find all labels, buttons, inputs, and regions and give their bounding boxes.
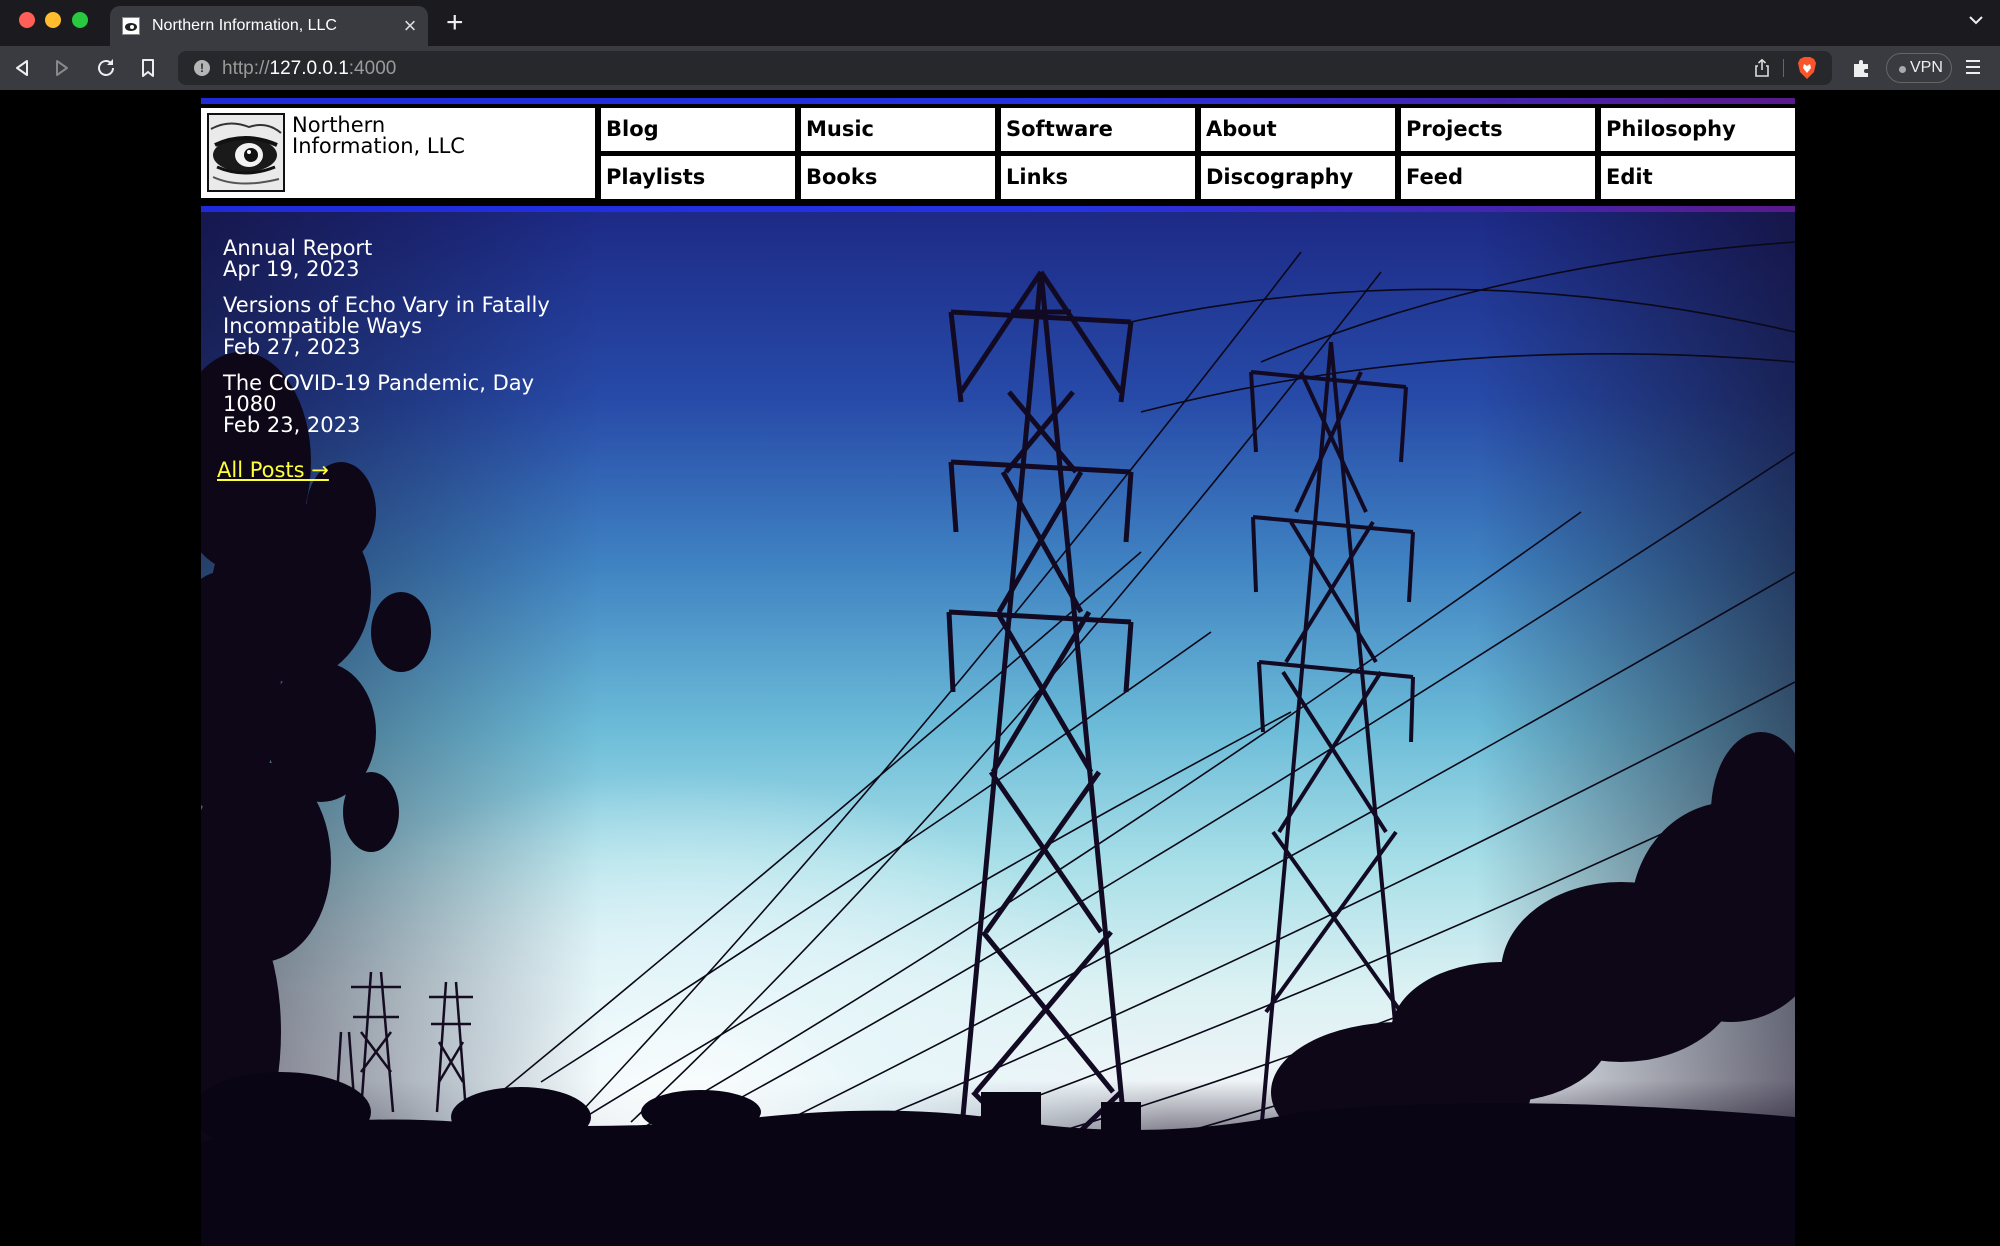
nav-music-link[interactable]: Music xyxy=(801,108,995,151)
address-bar[interactable]: ! http://127.0.0.1:4000 xyxy=(178,51,1832,85)
page-viewport: Northern Information, LLC Blog Music Sof… xyxy=(0,90,2000,1246)
post-title[interactable]: Versions of Echo Vary in Fatally Incompa… xyxy=(223,295,563,337)
close-window-button[interactable] xyxy=(19,12,35,28)
post-title[interactable]: Annual Report xyxy=(223,238,563,259)
forward-icon[interactable] xyxy=(50,56,74,80)
reload-icon[interactable] xyxy=(94,56,118,80)
nav-discography-link[interactable]: Discography xyxy=(1201,156,1395,199)
nav-about-link[interactable]: About xyxy=(1201,108,1395,151)
nav-blog-link[interactable]: Blog xyxy=(601,108,795,151)
nav-edit-link[interactable]: Edit xyxy=(1601,156,1795,199)
post-item[interactable]: Annual Report Apr 19, 2023 xyxy=(223,238,563,280)
post-date: Apr 19, 2023 xyxy=(223,257,360,281)
browser-tab-bar: Northern Information, LLC × + xyxy=(0,0,2000,46)
new-tab-icon[interactable]: + xyxy=(446,8,464,38)
hamburger-menu-icon[interactable] xyxy=(1962,56,1984,78)
tab-list-chevron-icon[interactable] xyxy=(1966,10,1986,30)
nav-links-link[interactable]: Links xyxy=(1001,156,1195,199)
site-info-icon[interactable]: ! xyxy=(194,60,210,76)
site-header: Northern Information, LLC Blog Music Sof… xyxy=(201,104,1795,206)
url-separator xyxy=(1783,59,1784,77)
close-tab-icon[interactable]: × xyxy=(398,14,422,38)
vpn-status-icon xyxy=(1899,66,1906,73)
tab-title: Northern Information, LLC xyxy=(152,17,337,34)
nav-philosophy-link[interactable]: Philosophy xyxy=(1601,108,1795,151)
site-container: Northern Information, LLC Blog Music Sof… xyxy=(201,98,1795,1246)
active-tab[interactable]: Northern Information, LLC × xyxy=(110,6,428,46)
maximize-window-button[interactable] xyxy=(72,12,88,28)
post-item[interactable]: Versions of Echo Vary in Fatally Incompa… xyxy=(223,295,563,358)
browser-toolbar: ! http://127.0.0.1:4000 xyxy=(0,46,2000,90)
nav-software-link[interactable]: Software xyxy=(1001,108,1195,151)
all-posts-link[interactable]: All Posts → xyxy=(217,458,329,482)
site-favicon-icon xyxy=(122,17,140,35)
nav-playlists-link[interactable]: Playlists xyxy=(601,156,795,199)
nav-projects-link[interactable]: Projects xyxy=(1401,108,1595,151)
site-name: Northern Information, LLC xyxy=(292,113,465,158)
hero-background-image: Annual Report Apr 19, 2023 Versions of E… xyxy=(201,212,1795,1246)
share-icon[interactable] xyxy=(1752,58,1772,78)
back-icon[interactable] xyxy=(10,56,34,80)
nav-feed-link[interactable]: Feed xyxy=(1401,156,1595,199)
post-item[interactable]: The COVID-19 Pandemic, Day 1080 Feb 23, … xyxy=(223,373,563,436)
post-date: Feb 27, 2023 xyxy=(223,335,361,359)
brave-shields-icon[interactable] xyxy=(1796,56,1818,80)
nav-books-link[interactable]: Books xyxy=(801,156,995,199)
bookmark-icon[interactable] xyxy=(136,56,160,80)
post-date: Feb 23, 2023 xyxy=(223,413,361,437)
post-title[interactable]: The COVID-19 Pandemic, Day 1080 xyxy=(223,373,563,415)
recent-posts-list: Annual Report Apr 19, 2023 Versions of E… xyxy=(223,238,563,451)
extensions-icon[interactable] xyxy=(1850,56,1874,80)
url-text[interactable]: http://127.0.0.1:4000 xyxy=(222,58,396,80)
vpn-button[interactable]: VPN xyxy=(1886,53,1952,83)
site-logo-link[interactable]: Northern Information, LLC xyxy=(201,108,595,198)
minimize-window-button[interactable] xyxy=(45,12,61,28)
eye-logo-icon xyxy=(207,113,285,192)
